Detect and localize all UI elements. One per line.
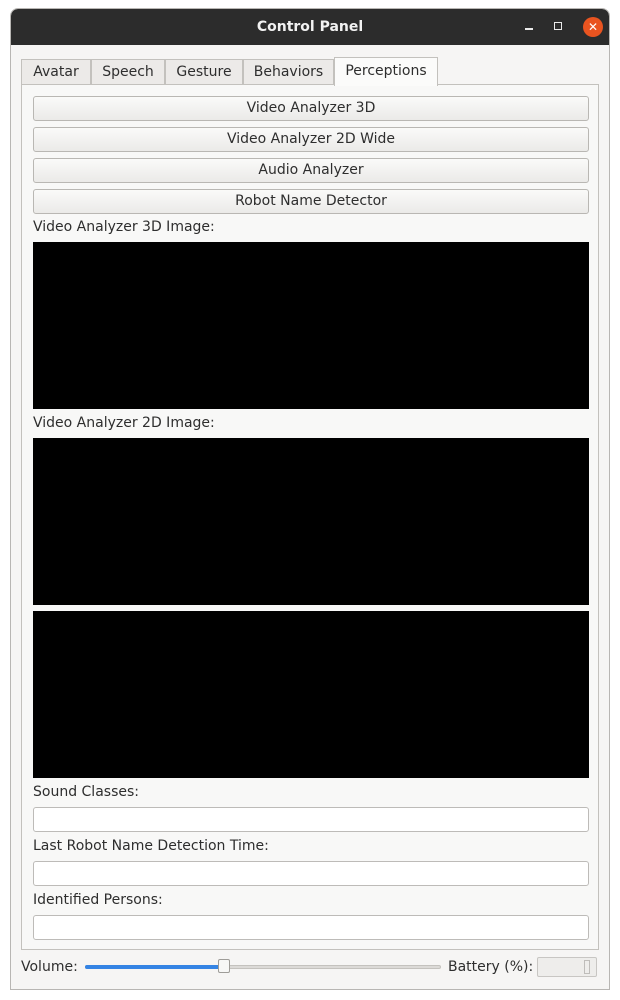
volume-slider-fill [85,965,224,969]
identified-persons-field[interactable] [33,915,589,940]
tab-avatar[interactable]: Avatar [21,59,91,85]
status-footer: Volume: Battery (%): [11,955,609,981]
tab-speech[interactable]: Speech [91,59,165,85]
robot-name-detector-button[interactable]: Robot Name Detector [33,189,589,214]
tab-gesture[interactable]: Gesture [165,59,243,85]
volume-slider[interactable] [85,958,441,976]
sound-classes-label: Sound Classes: [33,784,139,800]
title-bar[interactable]: Control Panel ✕ [11,9,609,45]
battery-spin-handle [584,960,590,974]
minimize-icon [525,28,533,30]
volume-slider-handle[interactable] [218,959,230,973]
video-2d-image-label: Video Analyzer 2D Image: [33,415,215,431]
tab-behaviors[interactable]: Behaviors [243,59,334,85]
sound-classes-field[interactable] [33,807,589,832]
close-icon: ✕ [587,20,599,34]
maximize-icon [554,22,562,30]
identified-persons-label: Identified Persons: [33,892,163,908]
close-button[interactable]: ✕ [583,17,603,37]
battery-indicator [537,957,597,977]
perceptions-panel: Video Analyzer 3D Video Analyzer 2D Wide… [21,84,599,950]
last-detection-label: Last Robot Name Detection Time: [33,838,269,854]
volume-label: Volume: [21,959,78,975]
video-2d-image [33,438,589,605]
control-panel-window: Control Panel ✕ Avatar Speech Gesture Be… [10,8,610,990]
video-analyzer-3d-button[interactable]: Video Analyzer 3D [33,96,589,121]
minimize-button[interactable] [519,17,539,37]
audio-analyzer-button[interactable]: Audio Analyzer [33,158,589,183]
video-analyzer-2d-wide-button[interactable]: Video Analyzer 2D Wide [33,127,589,152]
tab-perceptions[interactable]: Perceptions [334,57,438,86]
video-3d-image-label: Video Analyzer 3D Image: [33,219,215,235]
maximize-button[interactable] [549,17,569,37]
video-3d-image [33,242,589,409]
battery-label: Battery (%): [448,959,534,975]
last-detection-field[interactable] [33,861,589,886]
video-2d-wide-image [33,611,589,778]
